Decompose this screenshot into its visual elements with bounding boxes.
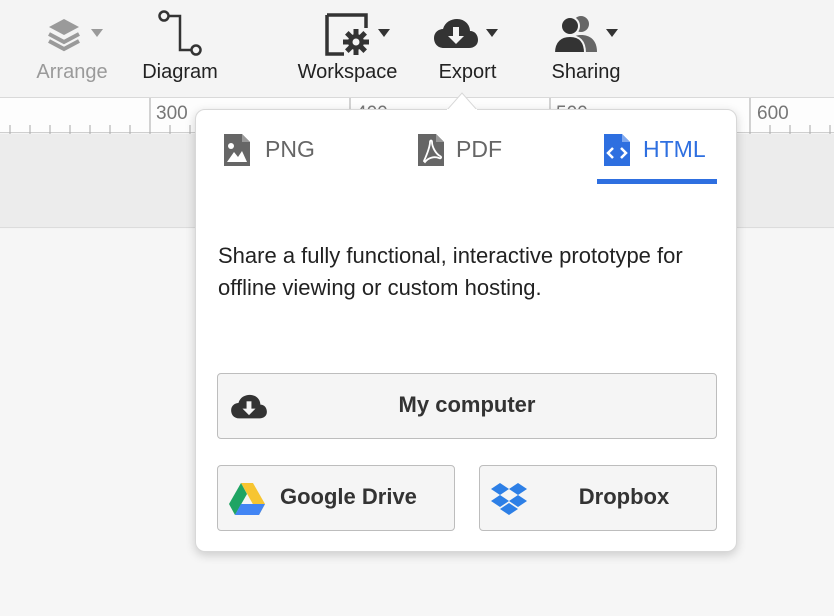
diagram-button[interactable]: Diagram <box>130 0 230 97</box>
export-icon-wrap <box>425 0 510 60</box>
active-tab-indicator <box>597 179 717 184</box>
sharing-label: Sharing <box>551 61 621 83</box>
workspace-icon-wrap <box>290 0 405 60</box>
chevron-down-icon <box>606 29 618 37</box>
ruler-number: 600 <box>757 103 789 124</box>
export-description: Share a fully functional, interactive pr… <box>218 243 683 300</box>
workspace-label: Workspace <box>297 61 398 83</box>
export-format-tabs: PNG PDF HTML <box>196 110 736 190</box>
export-label: Export <box>438 61 497 83</box>
layers-icon <box>48 19 80 52</box>
workspace-button[interactable]: Workspace <box>290 0 405 97</box>
export-button[interactable]: Export <box>425 0 510 97</box>
users-icon <box>553 16 597 54</box>
tab-png-label: PNG <box>265 136 315 162</box>
export-popover: PNG PDF HTML Share a fully functional, i… <box>195 109 737 552</box>
my-computer-label: My computer <box>398 392 536 417</box>
tab-html-label: HTML <box>643 136 706 162</box>
arrange-icon-wrap <box>22 0 122 60</box>
arrange-label: Arrange <box>36 61 108 83</box>
export-dropbox-button[interactable]: Dropbox <box>479 465 717 531</box>
code-file-icon <box>604 134 630 166</box>
export-my-computer-button[interactable]: My computer <box>217 373 717 439</box>
diagram-label: Diagram <box>142 61 218 83</box>
diagram-connector-icon <box>158 10 202 56</box>
chevron-down-icon <box>378 29 390 37</box>
ruler-number: 300 <box>156 103 188 124</box>
popover-arrow <box>447 92 477 110</box>
google-drive-label: Google Drive <box>280 484 417 509</box>
arrange-button[interactable]: Arrange <box>22 0 122 97</box>
dropbox-label: Dropbox <box>578 484 670 509</box>
tab-pdf[interactable]: PDF <box>416 132 516 184</box>
export-google-drive-button[interactable]: Google Drive <box>217 465 455 531</box>
workspace-gear-icon <box>325 13 369 56</box>
chevron-down-icon <box>91 29 103 37</box>
image-file-icon <box>224 134 250 166</box>
diagram-icon-wrap <box>130 0 230 60</box>
cloud-download-icon <box>434 19 478 48</box>
pdf-file-icon <box>418 134 444 166</box>
tab-pdf-label: PDF <box>456 136 502 162</box>
tab-png[interactable]: PNG <box>222 132 322 184</box>
sharing-icon-wrap <box>541 0 631 60</box>
chevron-down-icon <box>486 29 498 37</box>
main-toolbar: Arrange Diagram Workspace Export Sharing <box>0 0 834 97</box>
tab-html[interactable]: HTML <box>602 132 722 184</box>
google-drive-icon <box>229 483 265 515</box>
dropbox-icon <box>491 483 527 515</box>
sharing-button[interactable]: Sharing <box>541 0 631 97</box>
